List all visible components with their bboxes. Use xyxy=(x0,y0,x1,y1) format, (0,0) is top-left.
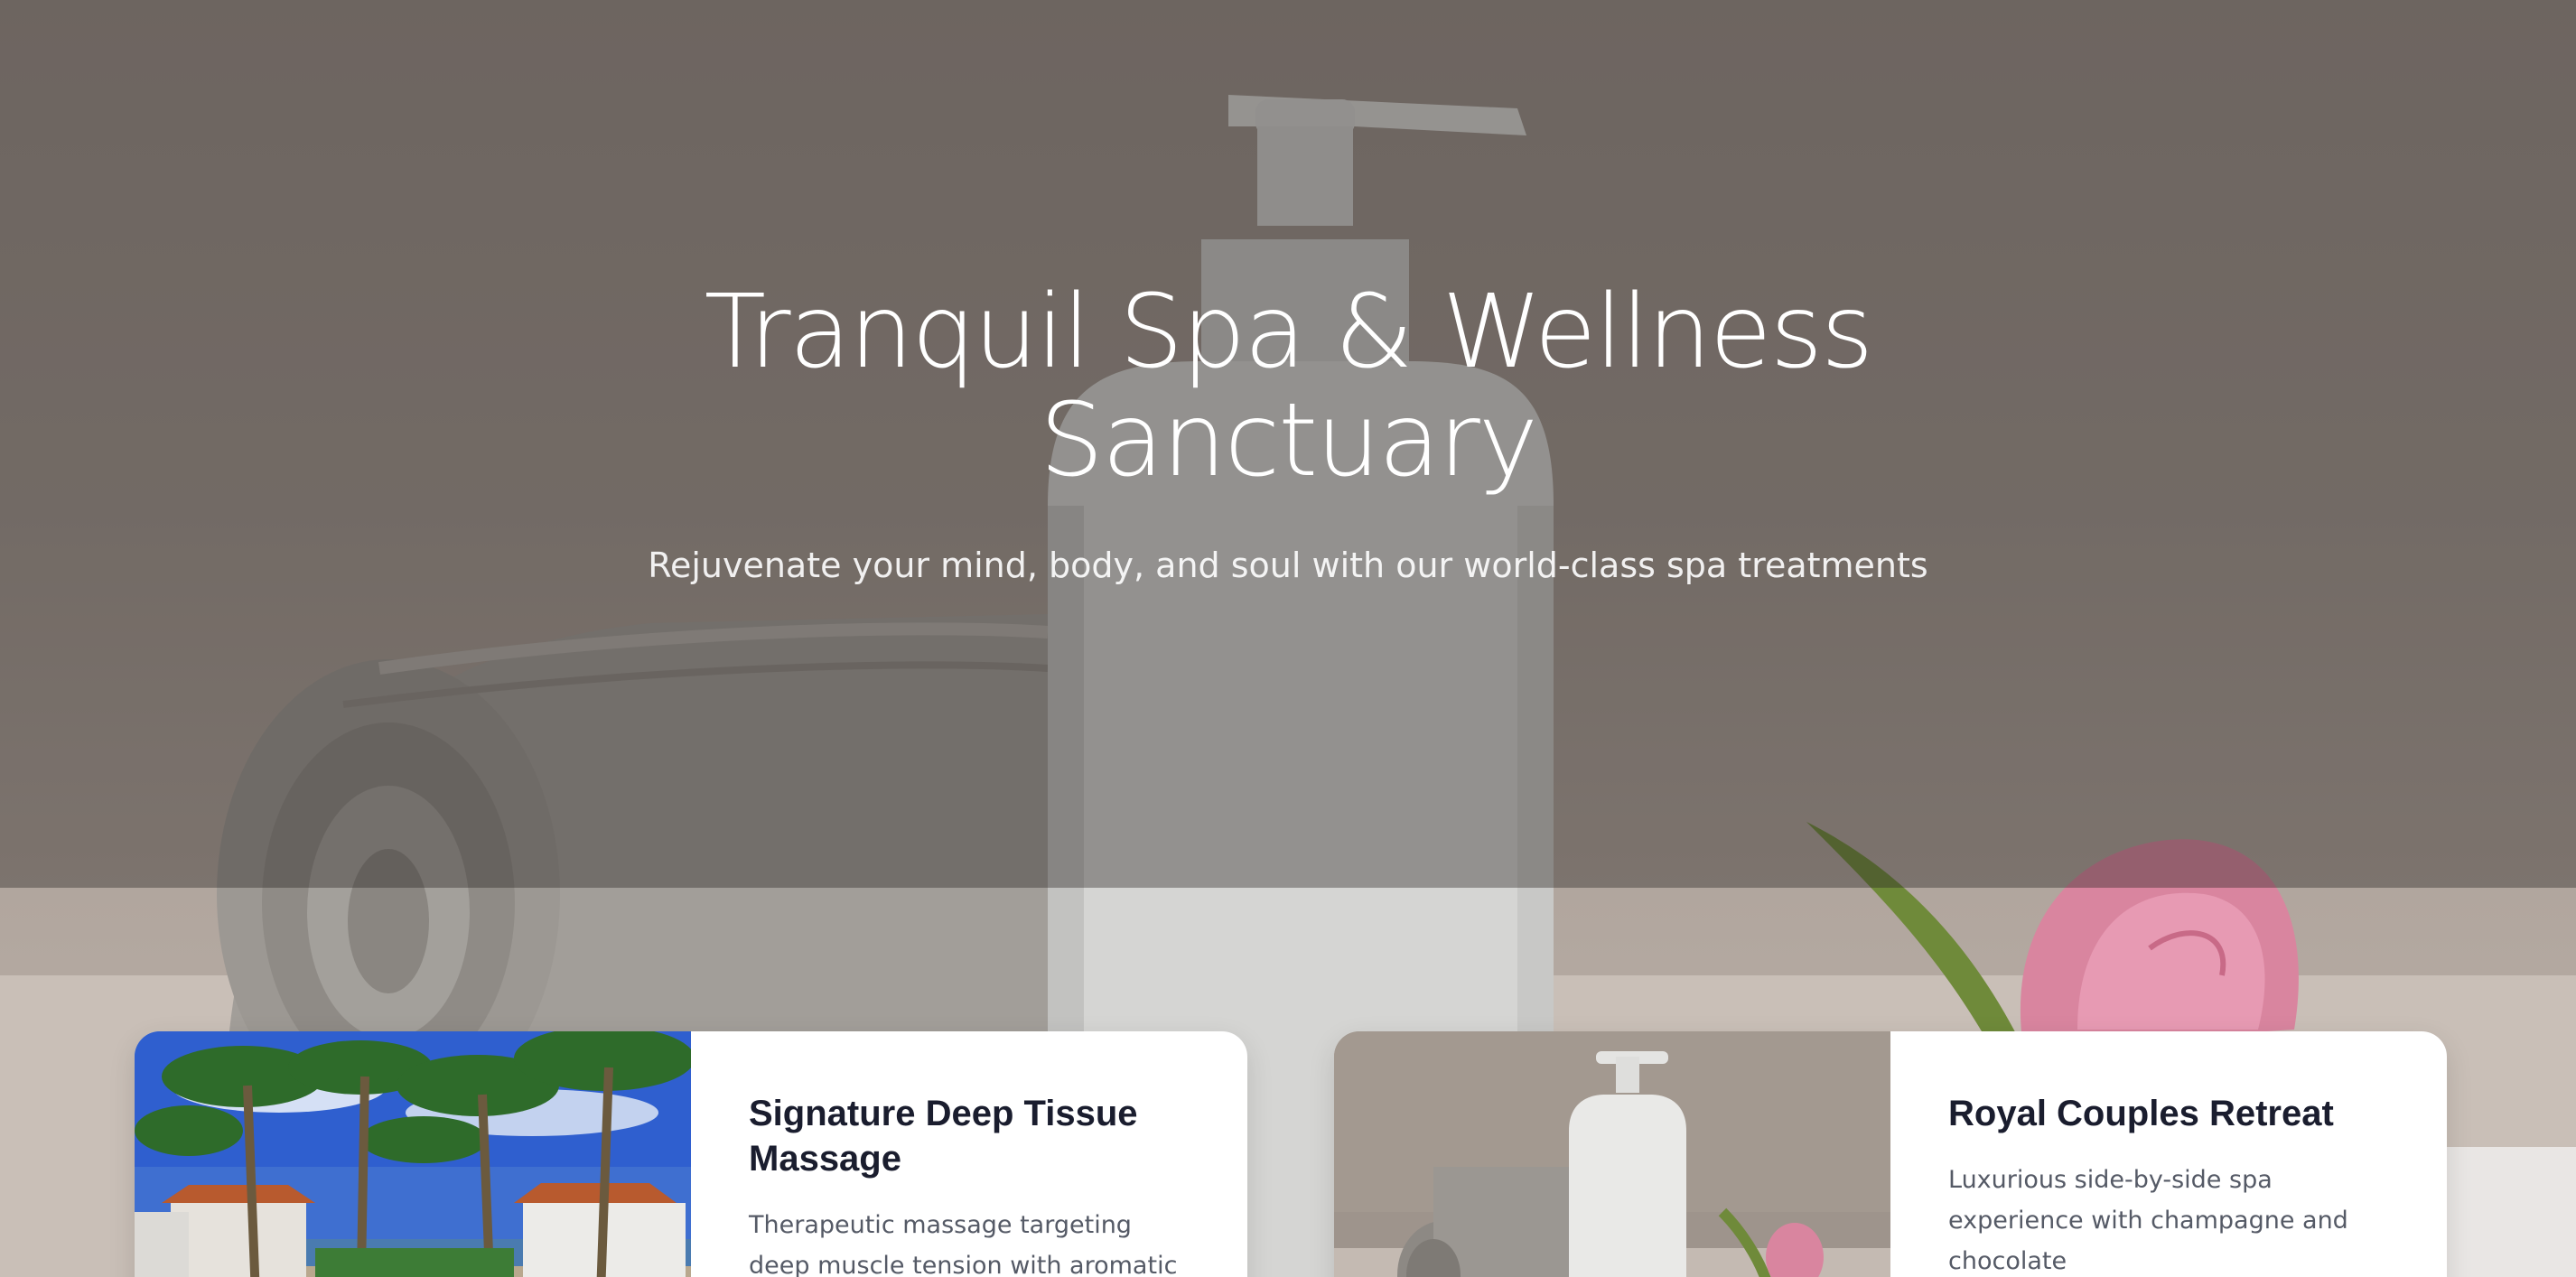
hero-title: Tranquil Spa & Wellness Sanctuary xyxy=(704,274,1874,499)
service-card-body: Signature Deep Tissue Massage Therapeuti… xyxy=(691,1031,1247,1277)
service-card-description: Therapeutic massage targeting deep muscl… xyxy=(749,1211,1178,1277)
service-card-description: Luxurious side-by-side spa experience wi… xyxy=(1948,1166,2348,1275)
page: Tranquil Spa & Wellness Sanctuary Rejuve… xyxy=(0,0,2576,1277)
service-card[interactable]: Royal Couples Retreat Luxurious side-by-… xyxy=(1334,1031,2447,1277)
service-card-image xyxy=(1334,1031,1890,1277)
service-card-title[interactable]: Royal Couples Retreat xyxy=(1948,1091,2389,1136)
service-card-body: Royal Couples Retreat Luxurious side-by-… xyxy=(1890,1031,2447,1277)
spa-products-photo xyxy=(1334,1031,1890,1277)
service-card-image xyxy=(135,1031,691,1277)
hero-subtitle: Rejuvenate your mind, body, and soul wit… xyxy=(648,545,1928,585)
service-card[interactable]: Signature Deep Tissue Massage Therapeuti… xyxy=(135,1031,1247,1277)
tropical-resort-photo xyxy=(135,1031,691,1277)
service-card-title[interactable]: Signature Deep Tissue Massage xyxy=(749,1091,1190,1181)
